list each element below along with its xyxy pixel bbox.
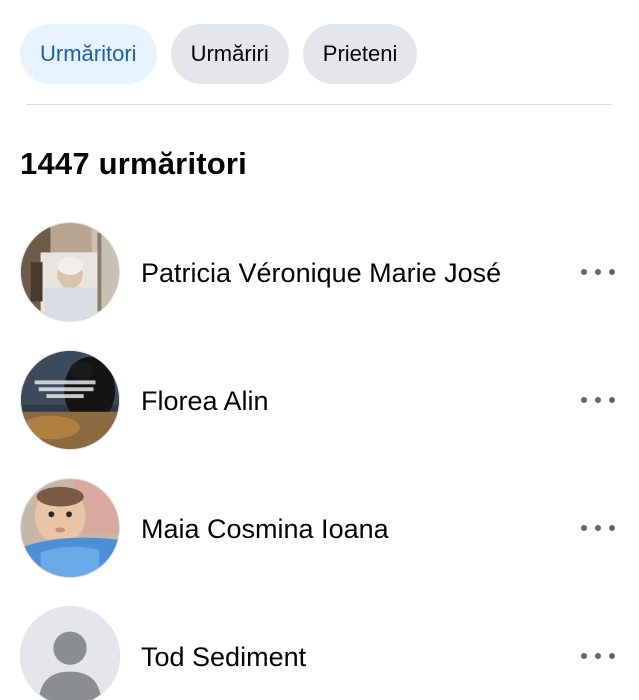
follower-name[interactable]: Florea Alin	[141, 386, 269, 417]
followers-page: Urmăritori Urmăriri Prieteni 1447 urmări…	[0, 0, 639, 700]
dot	[595, 525, 601, 531]
more-horizontal-icon[interactable]	[581, 644, 615, 668]
list-item[interactable]: Tod Sediment	[0, 606, 639, 700]
tab-followers[interactable]: Urmăritori	[20, 24, 157, 84]
followers-count-title: 1447 urmăritori	[20, 146, 247, 181]
follower-name[interactable]: Patricia Véronique Marie José	[141, 258, 501, 289]
dot	[581, 525, 587, 531]
avatar-photo-dog	[21, 351, 119, 449]
list-item[interactable]: Florea Alin	[0, 350, 639, 478]
dot	[595, 653, 601, 659]
dot	[609, 653, 615, 659]
more-horizontal-icon[interactable]	[581, 388, 615, 412]
avatar-photo-elderly-woman	[21, 223, 119, 321]
avatar[interactable]	[20, 222, 120, 322]
dot	[581, 653, 587, 659]
dot	[609, 269, 615, 275]
list-item[interactable]: Maia Cosmina Ioana	[0, 478, 639, 606]
dot	[595, 397, 601, 403]
more-horizontal-icon[interactable]	[581, 516, 615, 540]
dot	[595, 269, 601, 275]
dot	[609, 397, 615, 403]
follower-name[interactable]: Tod Sediment	[141, 642, 306, 673]
avatar[interactable]	[20, 350, 120, 450]
dot	[609, 525, 615, 531]
divider	[26, 104, 612, 105]
list-item[interactable]: Patricia Véronique Marie José	[0, 222, 639, 350]
tab-friends[interactable]: Prieteni	[302, 24, 418, 84]
avatar[interactable]	[20, 478, 120, 578]
dot	[581, 269, 587, 275]
dot	[581, 397, 587, 403]
tab-following[interactable]: Urmăriri	[170, 24, 289, 84]
follower-name[interactable]: Maia Cosmina Ioana	[141, 514, 389, 545]
avatar[interactable]	[20, 606, 120, 700]
avatar-photo-baby	[21, 479, 119, 577]
default-profile-silhouette-icon	[21, 607, 119, 700]
tab-bar: Urmăritori Urmăriri Prieteni	[20, 24, 418, 84]
more-horizontal-icon[interactable]	[581, 260, 615, 284]
followers-list: Patricia Véronique Marie José Florea Ali…	[0, 222, 639, 700]
